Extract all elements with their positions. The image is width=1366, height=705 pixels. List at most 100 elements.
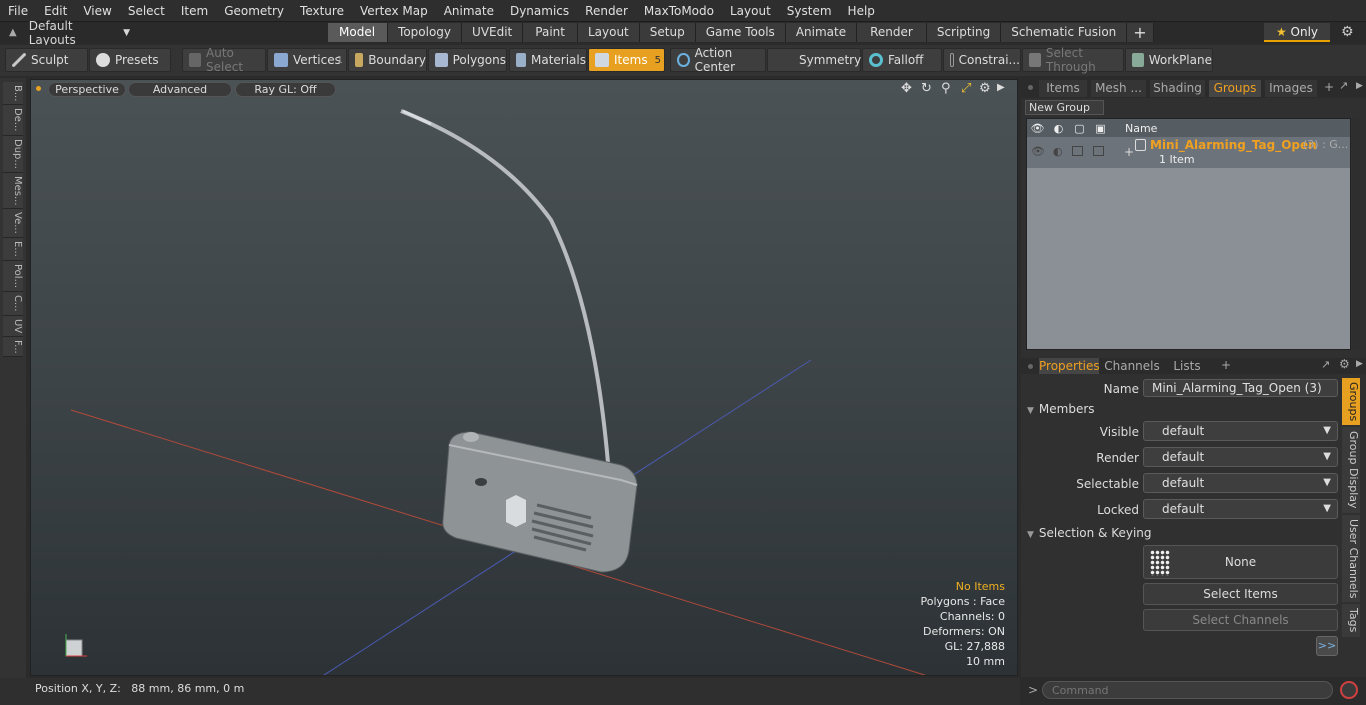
polygons-button[interactable]: Polygons — [428, 48, 507, 72]
menu-item[interactable]: Item — [173, 0, 216, 22]
rtab-images[interactable]: Images — [1265, 80, 1317, 97]
list-scrollbar[interactable] — [1352, 118, 1360, 350]
gear-icon[interactable]: ⚙ — [1341, 24, 1354, 40]
menu-render[interactable]: Render — [577, 0, 636, 22]
render-toggle-icon[interactable]: ◐ — [1053, 145, 1063, 158]
menu-animate[interactable]: Animate — [436, 0, 502, 22]
3d-viewport[interactable]: Perspective Advanced Ray GL: Off ✥ ↻ ⚲ ⤢… — [30, 79, 1018, 676]
side-tab-group-display[interactable]: Group Display — [1342, 427, 1360, 513]
menu-help[interactable]: Help — [840, 0, 883, 22]
tab-layout[interactable]: Layout — [577, 23, 640, 42]
stat-channels: Channels: 0 — [939, 610, 1005, 623]
tab-game-tools[interactable]: Game Tools — [695, 23, 786, 42]
constraints-button[interactable]: Constrai... — [943, 48, 1021, 72]
selection-keying-section[interactable]: ▼ Selection & Keying — [1027, 526, 1152, 540]
action-center-button[interactable]: Action Center — [670, 46, 766, 74]
menu-maxtomodo[interactable]: MaxToModo — [636, 0, 722, 22]
default-layouts-dropdown[interactable]: ▲ Default Layouts ▼ — [0, 19, 130, 47]
side-tab-tags[interactable]: Tags — [1342, 604, 1360, 637]
add-tab-button[interactable]: + — [1127, 23, 1154, 42]
group-row[interactable]: 👁 ◐ + Mini_Alarming_Tag_Open (3) : G... … — [1027, 137, 1350, 168]
panel-arrow-icon[interactable]: ▶ — [1356, 81, 1363, 91]
side-tab-groups[interactable]: Groups — [1342, 378, 1360, 426]
items-button[interactable]: Items 5 — [588, 48, 665, 72]
left-tab-duplicate[interactable]: Dup... — [3, 135, 23, 173]
auto-select-icon — [189, 53, 202, 67]
status-bar: Position X, Y, Z: 88 mm, 86 mm, 0 m — [0, 678, 1020, 705]
command-input[interactable] — [1042, 681, 1333, 699]
sculpt-button[interactable]: Sculpt — [5, 48, 88, 72]
panel-arrow-icon-2[interactable]: ▶ — [1356, 359, 1363, 369]
left-tab-curve[interactable]: C... — [3, 291, 23, 316]
locked-dropdown[interactable]: default ▼ — [1143, 499, 1338, 519]
auto-select-button[interactable]: Auto Select — [182, 46, 266, 74]
boundary-button[interactable]: Boundary — [348, 48, 427, 72]
menu-vertex-map[interactable]: Vertex Map — [352, 0, 436, 22]
name-field[interactable]: Mini_Alarming_Tag_Open (3) — [1143, 379, 1338, 397]
tab-render[interactable]: Render — [857, 23, 927, 42]
crosshair-icon — [677, 53, 690, 67]
rtab-items[interactable]: Items — [1039, 80, 1087, 97]
materials-icon — [516, 53, 526, 67]
left-tab-vertex[interactable]: Ve... — [3, 209, 23, 239]
none-button[interactable]: None — [1143, 545, 1338, 579]
left-tab-mesh[interactable]: Mes... — [3, 172, 23, 210]
gear-icon-2[interactable]: ⚙ — [1339, 357, 1350, 371]
select-through-button[interactable]: Select Through — [1022, 46, 1124, 74]
only-button[interactable]: ★ Only — [1264, 23, 1330, 42]
ptab-properties[interactable]: Properties — [1039, 358, 1100, 374]
menu-geometry[interactable]: Geometry — [216, 0, 292, 22]
name-column-header[interactable]: Name — [1125, 122, 1157, 135]
menu-dynamics[interactable]: Dynamics — [502, 0, 577, 22]
new-group-button[interactable]: New Group — [1025, 100, 1104, 115]
menu-select[interactable]: Select — [120, 0, 173, 22]
add-ptab-icon[interactable]: + — [1221, 358, 1231, 372]
menu-layout[interactable]: Layout — [722, 0, 779, 22]
left-tab-deform[interactable]: De... — [3, 105, 23, 136]
selectable-dropdown[interactable]: default ▼ — [1143, 473, 1338, 493]
add-tab-icon[interactable]: + — [1324, 80, 1334, 94]
select-toggle-icon[interactable] — [1093, 146, 1104, 156]
tab-uvedit[interactable]: UVEdit — [462, 23, 524, 42]
expand-plus-icon[interactable]: + — [1124, 145, 1134, 159]
menu-system[interactable]: System — [779, 0, 840, 22]
menu-texture[interactable]: Texture — [292, 0, 352, 22]
select-column-icon: ▣ — [1095, 121, 1106, 135]
left-tab-fusion[interactable]: F... — [3, 336, 23, 358]
record-icon[interactable] — [1340, 681, 1358, 699]
ptab-lists[interactable]: Lists — [1165, 358, 1209, 374]
rtab-mesh[interactable]: Mesh ... — [1091, 80, 1146, 97]
members-section[interactable]: ▼ Members — [1027, 402, 1095, 416]
left-tab-polygon[interactable]: Pol... — [3, 260, 23, 292]
select-items-button[interactable]: Select Items — [1143, 583, 1338, 605]
visibility-toggle-icon[interactable]: 👁 — [1031, 145, 1045, 158]
more-button[interactable]: >> — [1316, 636, 1338, 656]
tab-schematic-fusion[interactable]: Schematic Fusion — [1001, 23, 1128, 42]
materials-button[interactable]: Materials — [509, 48, 587, 72]
tab-animate[interactable]: Animate — [785, 23, 858, 42]
left-tab-uv[interactable]: UV — [3, 315, 23, 337]
polygons-label: Polygons — [452, 53, 506, 67]
rtab-groups[interactable]: Groups — [1209, 80, 1261, 97]
vertices-button[interactable]: Vertices 1 — [267, 48, 347, 72]
ptab-channels[interactable]: Channels — [1103, 358, 1161, 374]
select-channels-button[interactable]: Select Channels — [1143, 609, 1338, 631]
expand-icon[interactable]: ↗ — [1339, 79, 1348, 92]
render-dropdown[interactable]: default ▼ — [1143, 447, 1338, 467]
falloff-button[interactable]: Falloff — [862, 48, 942, 72]
left-tab-edge[interactable]: E... — [3, 238, 23, 261]
tab-setup[interactable]: Setup — [639, 23, 696, 42]
rtab-shading[interactable]: Shading — [1150, 80, 1205, 97]
workplane-button[interactable]: WorkPlane — [1125, 48, 1213, 72]
symmetry-button[interactable]: Symmetry — [767, 48, 861, 72]
visible-dropdown[interactable]: default ▼ — [1143, 421, 1338, 441]
tab-scripting[interactable]: Scripting — [926, 23, 1002, 42]
lock-toggle-icon[interactable] — [1072, 146, 1083, 156]
tab-paint[interactable]: Paint — [523, 23, 578, 42]
expand-icon-2[interactable]: ↗ — [1321, 358, 1330, 371]
side-tab-user-channels[interactable]: User Channels — [1342, 514, 1360, 603]
left-tab-basic[interactable]: B... — [3, 82, 23, 106]
tab-model[interactable]: Model — [328, 23, 389, 42]
tab-topology[interactable]: Topology — [388, 23, 463, 42]
presets-button[interactable]: Presets — [89, 48, 171, 72]
